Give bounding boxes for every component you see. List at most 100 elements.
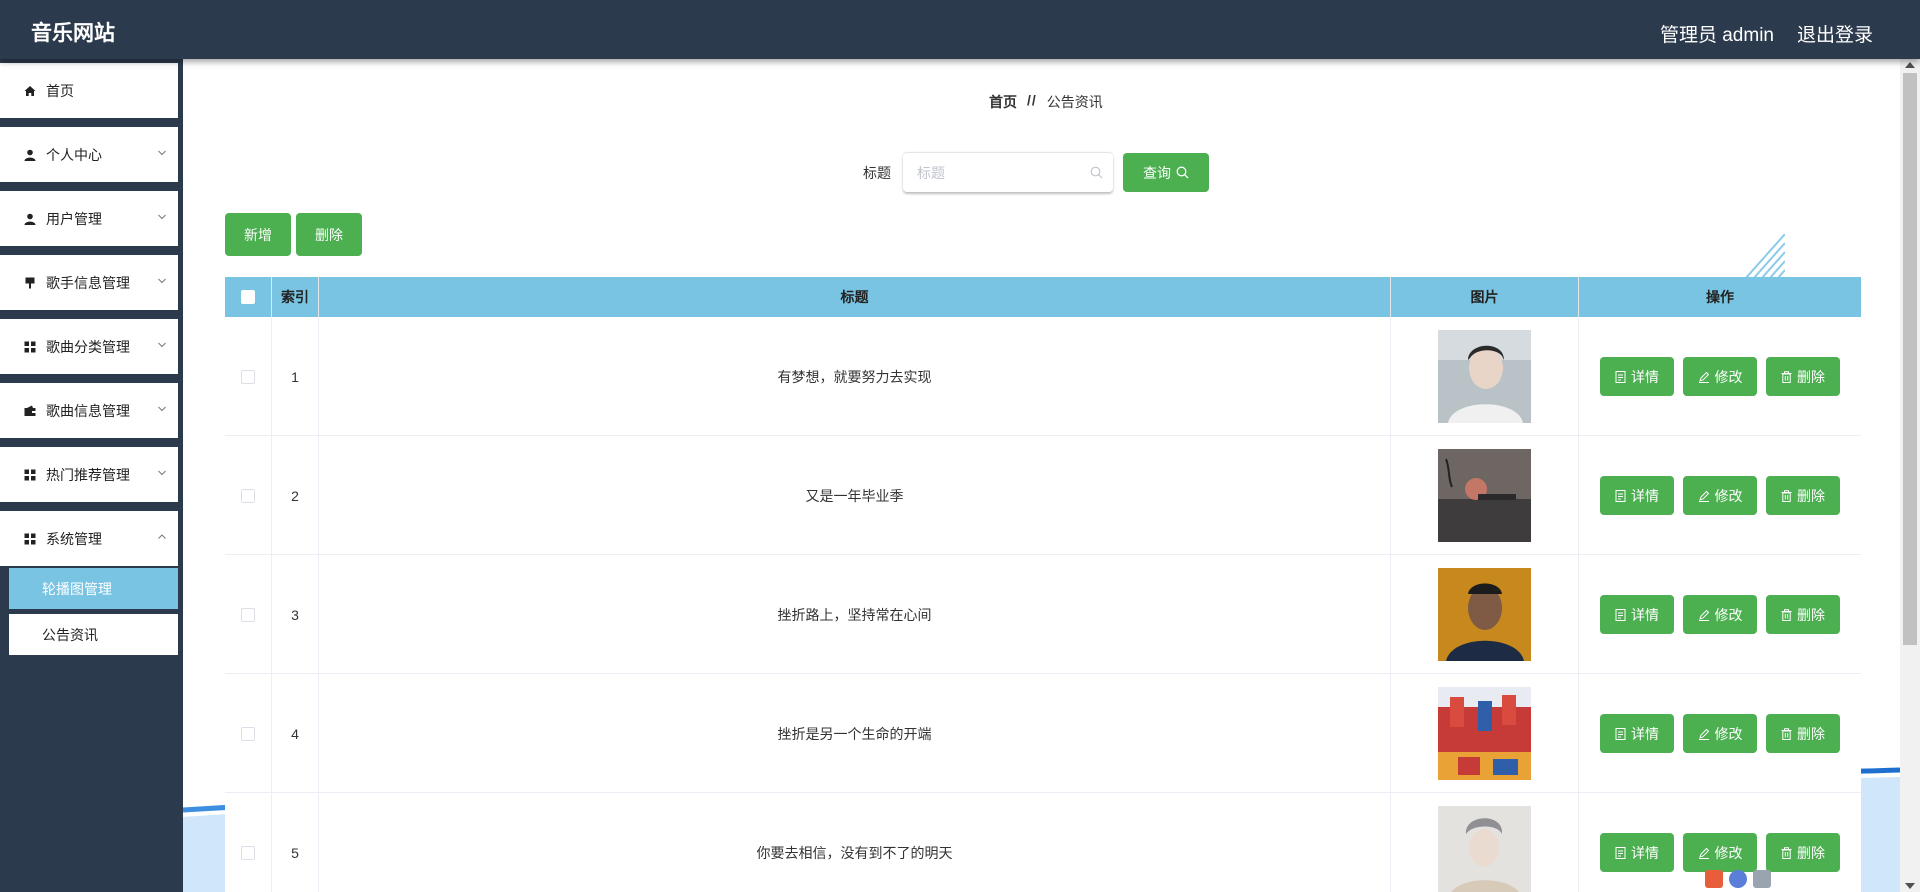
grid-icon bbox=[23, 340, 36, 353]
scrollbar-thumb[interactable] bbox=[1903, 73, 1917, 645]
page-scrollbar[interactable] bbox=[1900, 59, 1920, 892]
row-actions-cell: 详情 修改 删除 bbox=[1579, 317, 1861, 436]
sidebar-item-personal-center[interactable]: 个人中心 bbox=[0, 127, 178, 182]
detail-button[interactable]: 详情 bbox=[1600, 833, 1674, 872]
row-checkbox[interactable] bbox=[241, 845, 255, 860]
scroll-up-arrow-icon[interactable] bbox=[1905, 62, 1915, 68]
row-image-cell bbox=[1391, 793, 1579, 892]
user-icon bbox=[23, 212, 36, 225]
user-icon bbox=[23, 148, 36, 161]
sidebar-item-user-management[interactable]: 用户管理 bbox=[0, 191, 178, 246]
header-image: 图片 bbox=[1391, 277, 1579, 317]
row-image-cell bbox=[1391, 436, 1579, 555]
submenu-item-carousel-management[interactable]: 轮播图管理 bbox=[9, 568, 178, 609]
sidebar-item-label: 个人中心 bbox=[46, 146, 102, 163]
row-checkbox[interactable] bbox=[241, 488, 255, 503]
row-thumbnail[interactable] bbox=[1438, 806, 1531, 892]
search-icon bbox=[1176, 166, 1189, 179]
trash-icon bbox=[1781, 608, 1792, 621]
detail-button[interactable]: 详情 bbox=[1600, 595, 1674, 634]
home-icon bbox=[23, 84, 36, 97]
edit-button[interactable]: 修改 bbox=[1683, 476, 1757, 515]
row-title: 又是一年毕业季 bbox=[319, 436, 1391, 555]
table-header: 索引 标题 图片 操作 bbox=[225, 277, 1861, 317]
sidebar-item-song-category-management[interactable]: 歌曲分类管理 bbox=[0, 319, 178, 374]
sidebar-item-home[interactable]: 首页 bbox=[0, 63, 178, 118]
trash-icon bbox=[1781, 489, 1792, 502]
row-checkbox[interactable] bbox=[241, 726, 255, 741]
select-all-checkbox[interactable] bbox=[241, 290, 255, 304]
edit-button-label: 修改 bbox=[1714, 368, 1743, 385]
table-row: 1 有梦想，就要努力去实现 详情 修改 删除 bbox=[225, 317, 1861, 436]
row-thumbnail[interactable] bbox=[1438, 330, 1531, 423]
delete-button[interactable]: 删除 bbox=[1766, 476, 1840, 515]
breadcrumb: 首页 // 公告资讯 bbox=[989, 92, 1103, 112]
chevron-up-icon bbox=[158, 534, 166, 539]
delete-button-label: 删除 bbox=[1797, 844, 1825, 861]
row-index: 5 bbox=[272, 793, 319, 892]
row-thumbnail[interactable] bbox=[1438, 568, 1531, 661]
sidebar-item-hot-recommend-management[interactable]: 热门推荐管理 bbox=[0, 447, 178, 502]
chevron-down-icon bbox=[158, 342, 166, 348]
sidebar-item-song-info-management[interactable]: 歌曲信息管理 bbox=[0, 383, 178, 438]
row-thumbnail[interactable] bbox=[1438, 449, 1531, 542]
row-checkbox[interactable] bbox=[241, 607, 255, 622]
breadcrumb-home[interactable]: 首页 bbox=[989, 92, 1017, 112]
edit-icon bbox=[1698, 490, 1709, 502]
edit-button[interactable]: 修改 bbox=[1683, 357, 1757, 396]
search-icon bbox=[1090, 166, 1103, 179]
sidebar-item-singer-management[interactable]: 歌手信息管理 bbox=[0, 255, 178, 310]
row-index: 2 bbox=[272, 436, 319, 555]
edit-icon bbox=[1698, 371, 1709, 383]
breadcrumb-current: 公告资讯 bbox=[1046, 94, 1103, 110]
detail-button[interactable]: 详情 bbox=[1600, 714, 1674, 753]
submenu-item-announcements[interactable]: 公告资讯 bbox=[9, 614, 178, 655]
row-title: 有梦想，就要努力去实现 bbox=[319, 317, 1391, 436]
row-thumbnail[interactable] bbox=[1438, 687, 1531, 780]
query-button[interactable]: 查询 bbox=[1123, 153, 1209, 192]
edit-icon bbox=[1698, 609, 1709, 621]
edit-button[interactable]: 修改 bbox=[1683, 714, 1757, 753]
sidebar-item-system-management[interactable]: 系统管理 bbox=[0, 511, 178, 566]
batch-delete-button[interactable]: 删除 bbox=[296, 213, 362, 256]
breadcrumb-separator: // bbox=[1027, 92, 1037, 108]
header-actions: 操作 bbox=[1706, 289, 1734, 305]
detail-button-label: 详情 bbox=[1631, 725, 1659, 742]
logout-link[interactable]: 退出登录 bbox=[1797, 20, 1873, 47]
detail-button[interactable]: 详情 bbox=[1600, 476, 1674, 515]
edit-icon bbox=[1698, 847, 1709, 859]
help-icon[interactable] bbox=[1729, 870, 1747, 888]
row-title: 挫折是另一个生命的开端 bbox=[319, 674, 1391, 793]
edit-button[interactable]: 修改 bbox=[1683, 595, 1757, 634]
header-title: 标题 bbox=[319, 277, 1391, 317]
edit-icon bbox=[1698, 728, 1709, 740]
delete-button[interactable]: 删除 bbox=[1766, 595, 1840, 634]
search-box bbox=[903, 153, 1113, 192]
scroll-down-arrow-icon[interactable] bbox=[1905, 883, 1915, 889]
delete-button-label: 删除 bbox=[1797, 487, 1825, 504]
row-index: 3 bbox=[272, 555, 319, 674]
sidebar-item-label: 歌曲信息管理 bbox=[46, 402, 130, 419]
row-select-cell bbox=[225, 793, 272, 892]
pin-icon bbox=[23, 276, 36, 289]
search-title-input[interactable] bbox=[903, 153, 1078, 192]
delete-button[interactable]: 删除 bbox=[1766, 714, 1840, 753]
document-icon bbox=[1615, 608, 1626, 621]
row-image-cell bbox=[1391, 555, 1579, 674]
sidebar-item-label: 歌手信息管理 bbox=[46, 274, 130, 291]
add-button[interactable]: 新增 bbox=[225, 213, 291, 256]
ime-logo-icon[interactable] bbox=[1705, 870, 1723, 888]
row-actions-cell: 详情 修改 删除 bbox=[1579, 555, 1861, 674]
delete-button[interactable]: 删除 bbox=[1766, 357, 1840, 396]
sidebar-item-label: 用户管理 bbox=[46, 210, 102, 227]
detail-button[interactable]: 详情 bbox=[1600, 357, 1674, 396]
row-index: 4 bbox=[272, 674, 319, 793]
trash-icon bbox=[1781, 727, 1792, 740]
row-checkbox[interactable] bbox=[241, 369, 255, 384]
current-user-label[interactable]: 管理员 admin bbox=[1660, 20, 1774, 47]
edit-button-label: 修改 bbox=[1714, 487, 1743, 504]
detail-button-label: 详情 bbox=[1631, 487, 1659, 504]
ime-settings-icon[interactable] bbox=[1753, 870, 1771, 888]
chevron-down-icon bbox=[158, 214, 166, 220]
row-image-cell bbox=[1391, 674, 1579, 793]
